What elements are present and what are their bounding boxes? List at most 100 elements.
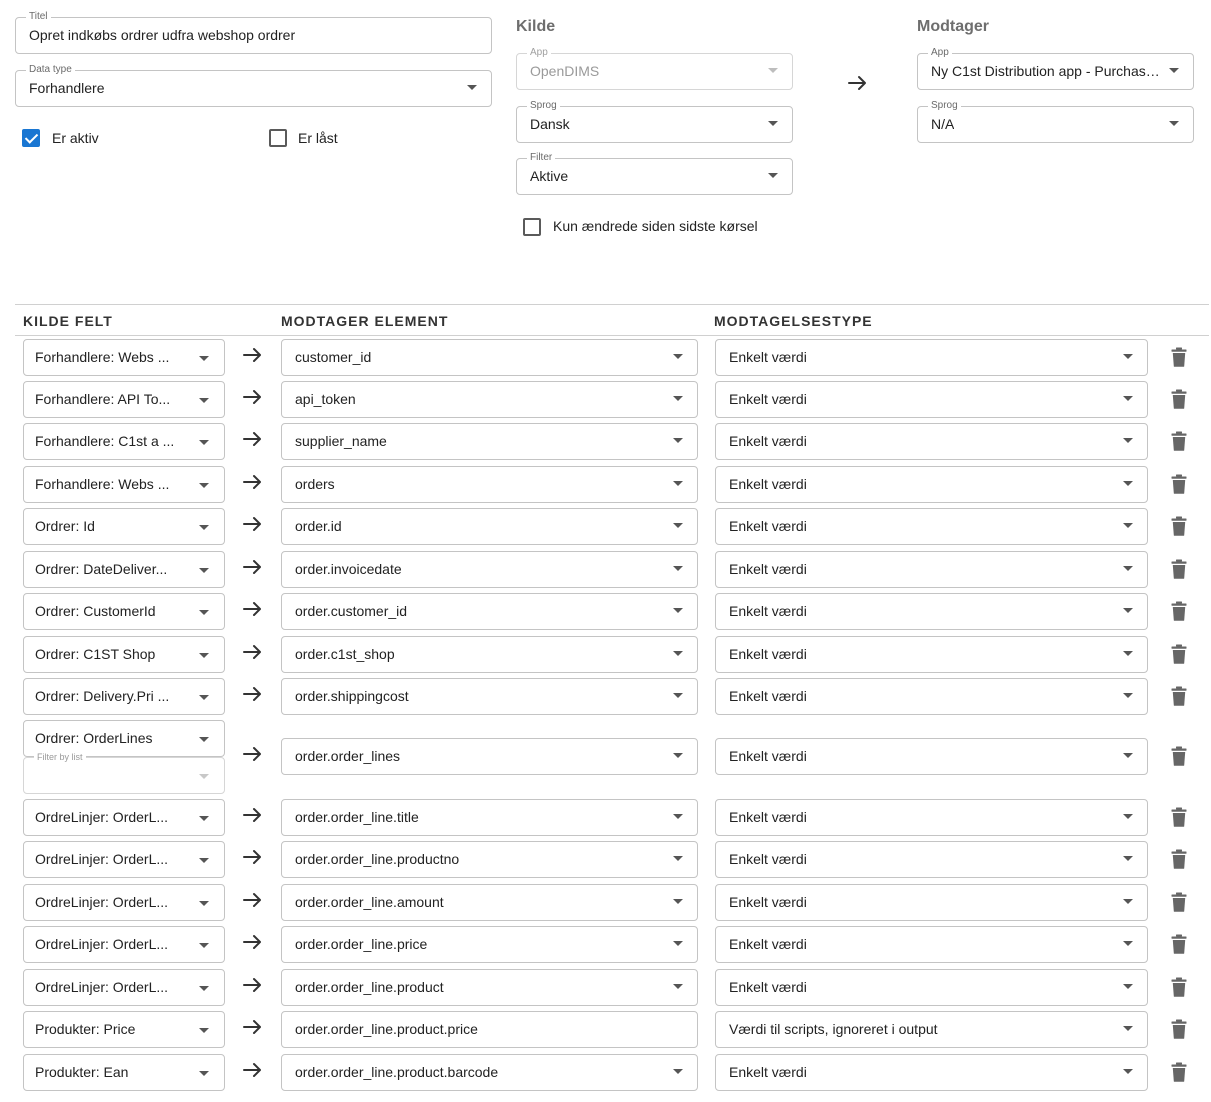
source-field-select[interactable]: OrdreLinjer: OrderL... bbox=[23, 884, 225, 921]
chevron-down-icon bbox=[1169, 121, 1179, 126]
is-active-label: Er aktiv bbox=[52, 130, 99, 146]
receive-type-select[interactable]: Enkelt værdi bbox=[715, 423, 1148, 460]
chevron-down-icon bbox=[673, 693, 683, 698]
receiver-element-select[interactable]: supplier_name bbox=[281, 423, 698, 460]
receive-type-select[interactable]: Enkelt værdi bbox=[715, 551, 1148, 588]
receive-type-select[interactable]: Enkelt værdi bbox=[715, 738, 1148, 775]
only-changed-checkbox[interactable] bbox=[523, 218, 541, 236]
delete-icon[interactable] bbox=[1171, 1019, 1187, 1039]
arrow-right-icon bbox=[243, 687, 261, 701]
title-field[interactable]: Titel Opret indkøbs ordrer udfra webshop… bbox=[15, 10, 492, 54]
delete-icon[interactable] bbox=[1171, 746, 1187, 766]
receiver-element-value: order.order_line.product bbox=[295, 979, 444, 995]
delete-icon[interactable] bbox=[1171, 601, 1187, 621]
receiver-element-select[interactable]: order.customer_id bbox=[281, 593, 698, 630]
delete-icon[interactable] bbox=[1171, 431, 1187, 451]
delete-icon[interactable] bbox=[1171, 644, 1187, 664]
chevron-down-icon bbox=[1123, 753, 1133, 758]
source-field-value: Forhandlere: API To... bbox=[35, 391, 171, 407]
receiver-element-select[interactable]: order.order_line.amount bbox=[281, 884, 698, 921]
receive-type-select[interactable]: Enkelt værdi bbox=[715, 593, 1148, 630]
receive-type-select[interactable]: Enkelt værdi bbox=[715, 1054, 1148, 1091]
receive-type-select[interactable]: Enkelt værdi bbox=[715, 884, 1148, 921]
source-app-select: App OpenDIMS bbox=[516, 46, 793, 90]
source-field-value: OrdreLinjer: OrderL... bbox=[35, 809, 169, 825]
source-field-select[interactable]: OrdreLinjer: OrderL... bbox=[23, 841, 225, 878]
source-field-select[interactable]: Ordrer: DateDeliver... bbox=[23, 551, 225, 588]
chevron-down-icon bbox=[199, 901, 209, 906]
receiver-element-select[interactable]: order.order_line.product.price bbox=[281, 1011, 698, 1048]
source-language-select[interactable]: Sprog Dansk bbox=[516, 99, 793, 143]
receive-type-select[interactable]: Enkelt værdi bbox=[715, 636, 1148, 673]
source-field-select[interactable]: Produkter: Ean bbox=[23, 1054, 225, 1091]
delete-icon[interactable] bbox=[1171, 849, 1187, 869]
delete-icon[interactable] bbox=[1171, 892, 1187, 912]
delete-icon[interactable] bbox=[1171, 686, 1187, 706]
receiver-element-select[interactable]: order.order_lines bbox=[281, 738, 698, 775]
receiver-element-select[interactable]: order.invoicedate bbox=[281, 551, 698, 588]
receiver-element-value: order.c1st_shop bbox=[295, 646, 395, 662]
delete-icon[interactable] bbox=[1171, 347, 1187, 367]
receive-type-select[interactable]: Enkelt værdi bbox=[715, 678, 1148, 715]
receive-type-select[interactable]: Enkelt værdi bbox=[715, 799, 1148, 836]
receive-type-select[interactable]: Enkelt værdi bbox=[715, 841, 1148, 878]
source-field-select[interactable]: Forhandlere: C1st a ... bbox=[23, 423, 225, 460]
receiver-element-value: order.order_line.product.barcode bbox=[295, 1064, 499, 1080]
delete-icon[interactable] bbox=[1171, 559, 1187, 579]
receive-type-select[interactable]: Værdi til scripts, ignoreret i output bbox=[715, 1011, 1148, 1048]
delete-icon[interactable] bbox=[1171, 807, 1187, 827]
receiver-app-select[interactable]: App Ny C1st Distribution app - Purchase … bbox=[917, 46, 1194, 90]
source-field-select[interactable]: Forhandlere: Webs ... bbox=[23, 466, 225, 503]
receiver-element-select[interactable]: order.c1st_shop bbox=[281, 636, 698, 673]
receive-type-select[interactable]: Enkelt værdi bbox=[715, 381, 1148, 418]
source-field-select[interactable]: OrdreLinjer: OrderL... bbox=[23, 799, 225, 836]
receive-type-select[interactable]: Enkelt værdi bbox=[715, 969, 1148, 1006]
receiver-element-value: order.order_line.productno bbox=[295, 851, 460, 867]
chevron-down-icon bbox=[199, 1028, 209, 1033]
delete-icon[interactable] bbox=[1171, 516, 1187, 536]
delete-icon[interactable] bbox=[1171, 1062, 1187, 1082]
source-filter-select[interactable]: Filter Aktive bbox=[516, 151, 793, 195]
receiver-element-select[interactable]: orders bbox=[281, 466, 698, 503]
receiver-element-select[interactable]: order.order_line.product bbox=[281, 969, 698, 1006]
is-active-checkbox[interactable] bbox=[22, 129, 40, 147]
delete-icon[interactable] bbox=[1171, 474, 1187, 494]
receive-type-select[interactable]: Enkelt værdi bbox=[715, 926, 1148, 963]
source-field-select[interactable]: Forhandlere: API To... bbox=[23, 381, 225, 418]
receiver-element-select[interactable]: order.order_line.price bbox=[281, 926, 698, 963]
source-field-select[interactable]: Forhandlere: Webs ... bbox=[23, 339, 225, 376]
column-header-source: KILDE FELT bbox=[23, 313, 113, 329]
source-field-select[interactable]: Ordrer: Id bbox=[23, 508, 225, 545]
delete-icon[interactable] bbox=[1171, 389, 1187, 409]
receive-type-select[interactable]: Enkelt værdi bbox=[715, 466, 1148, 503]
source-field-select[interactable]: OrdreLinjer: OrderL... bbox=[23, 969, 225, 1006]
source-field-select[interactable]: Ordrer: Delivery.Pri ... bbox=[23, 678, 225, 715]
receive-type-value: Enkelt værdi bbox=[729, 349, 807, 365]
delete-icon[interactable] bbox=[1171, 934, 1187, 954]
arrow-right-icon bbox=[243, 808, 261, 822]
receiver-element-select[interactable]: order.order_line.product.barcode bbox=[281, 1054, 698, 1091]
receiver-element-select[interactable]: order.order_line.productno bbox=[281, 841, 698, 878]
receiver-element-select[interactable]: order.shippingcost bbox=[281, 678, 698, 715]
receiver-element-select[interactable]: api_token bbox=[281, 381, 698, 418]
receive-type-select[interactable]: Enkelt værdi bbox=[715, 339, 1148, 376]
receiver-language-value: N/A bbox=[931, 116, 955, 132]
is-locked-checkbox[interactable] bbox=[269, 129, 287, 147]
source-field-select[interactable]: Ordrer: CustomerId bbox=[23, 593, 225, 630]
source-field-select[interactable]: Produkter: Price bbox=[23, 1011, 225, 1048]
receive-type-value: Enkelt værdi bbox=[729, 561, 807, 577]
source-field-select[interactable]: OrdreLinjer: OrderL... bbox=[23, 926, 225, 963]
receiver-element-select[interactable]: order.id bbox=[281, 508, 698, 545]
chevron-down-icon bbox=[1123, 354, 1133, 359]
filter-by-list-select[interactable]: Filter by list bbox=[23, 750, 225, 794]
chevron-down-icon bbox=[1123, 1026, 1133, 1031]
receiver-element-select[interactable]: order.order_line.title bbox=[281, 799, 698, 836]
datatype-select[interactable]: Data type Forhandlere bbox=[15, 63, 492, 107]
receiver-language-select[interactable]: Sprog N/A bbox=[917, 99, 1194, 143]
source-field-value: Ordrer: DateDeliver... bbox=[35, 561, 168, 577]
source-field-select[interactable]: Ordrer: C1ST Shop bbox=[23, 636, 225, 673]
delete-icon[interactable] bbox=[1171, 977, 1187, 997]
receiver-element-value: customer_id bbox=[295, 349, 372, 365]
receiver-element-select[interactable]: customer_id bbox=[281, 339, 698, 376]
receive-type-select[interactable]: Enkelt værdi bbox=[715, 508, 1148, 545]
